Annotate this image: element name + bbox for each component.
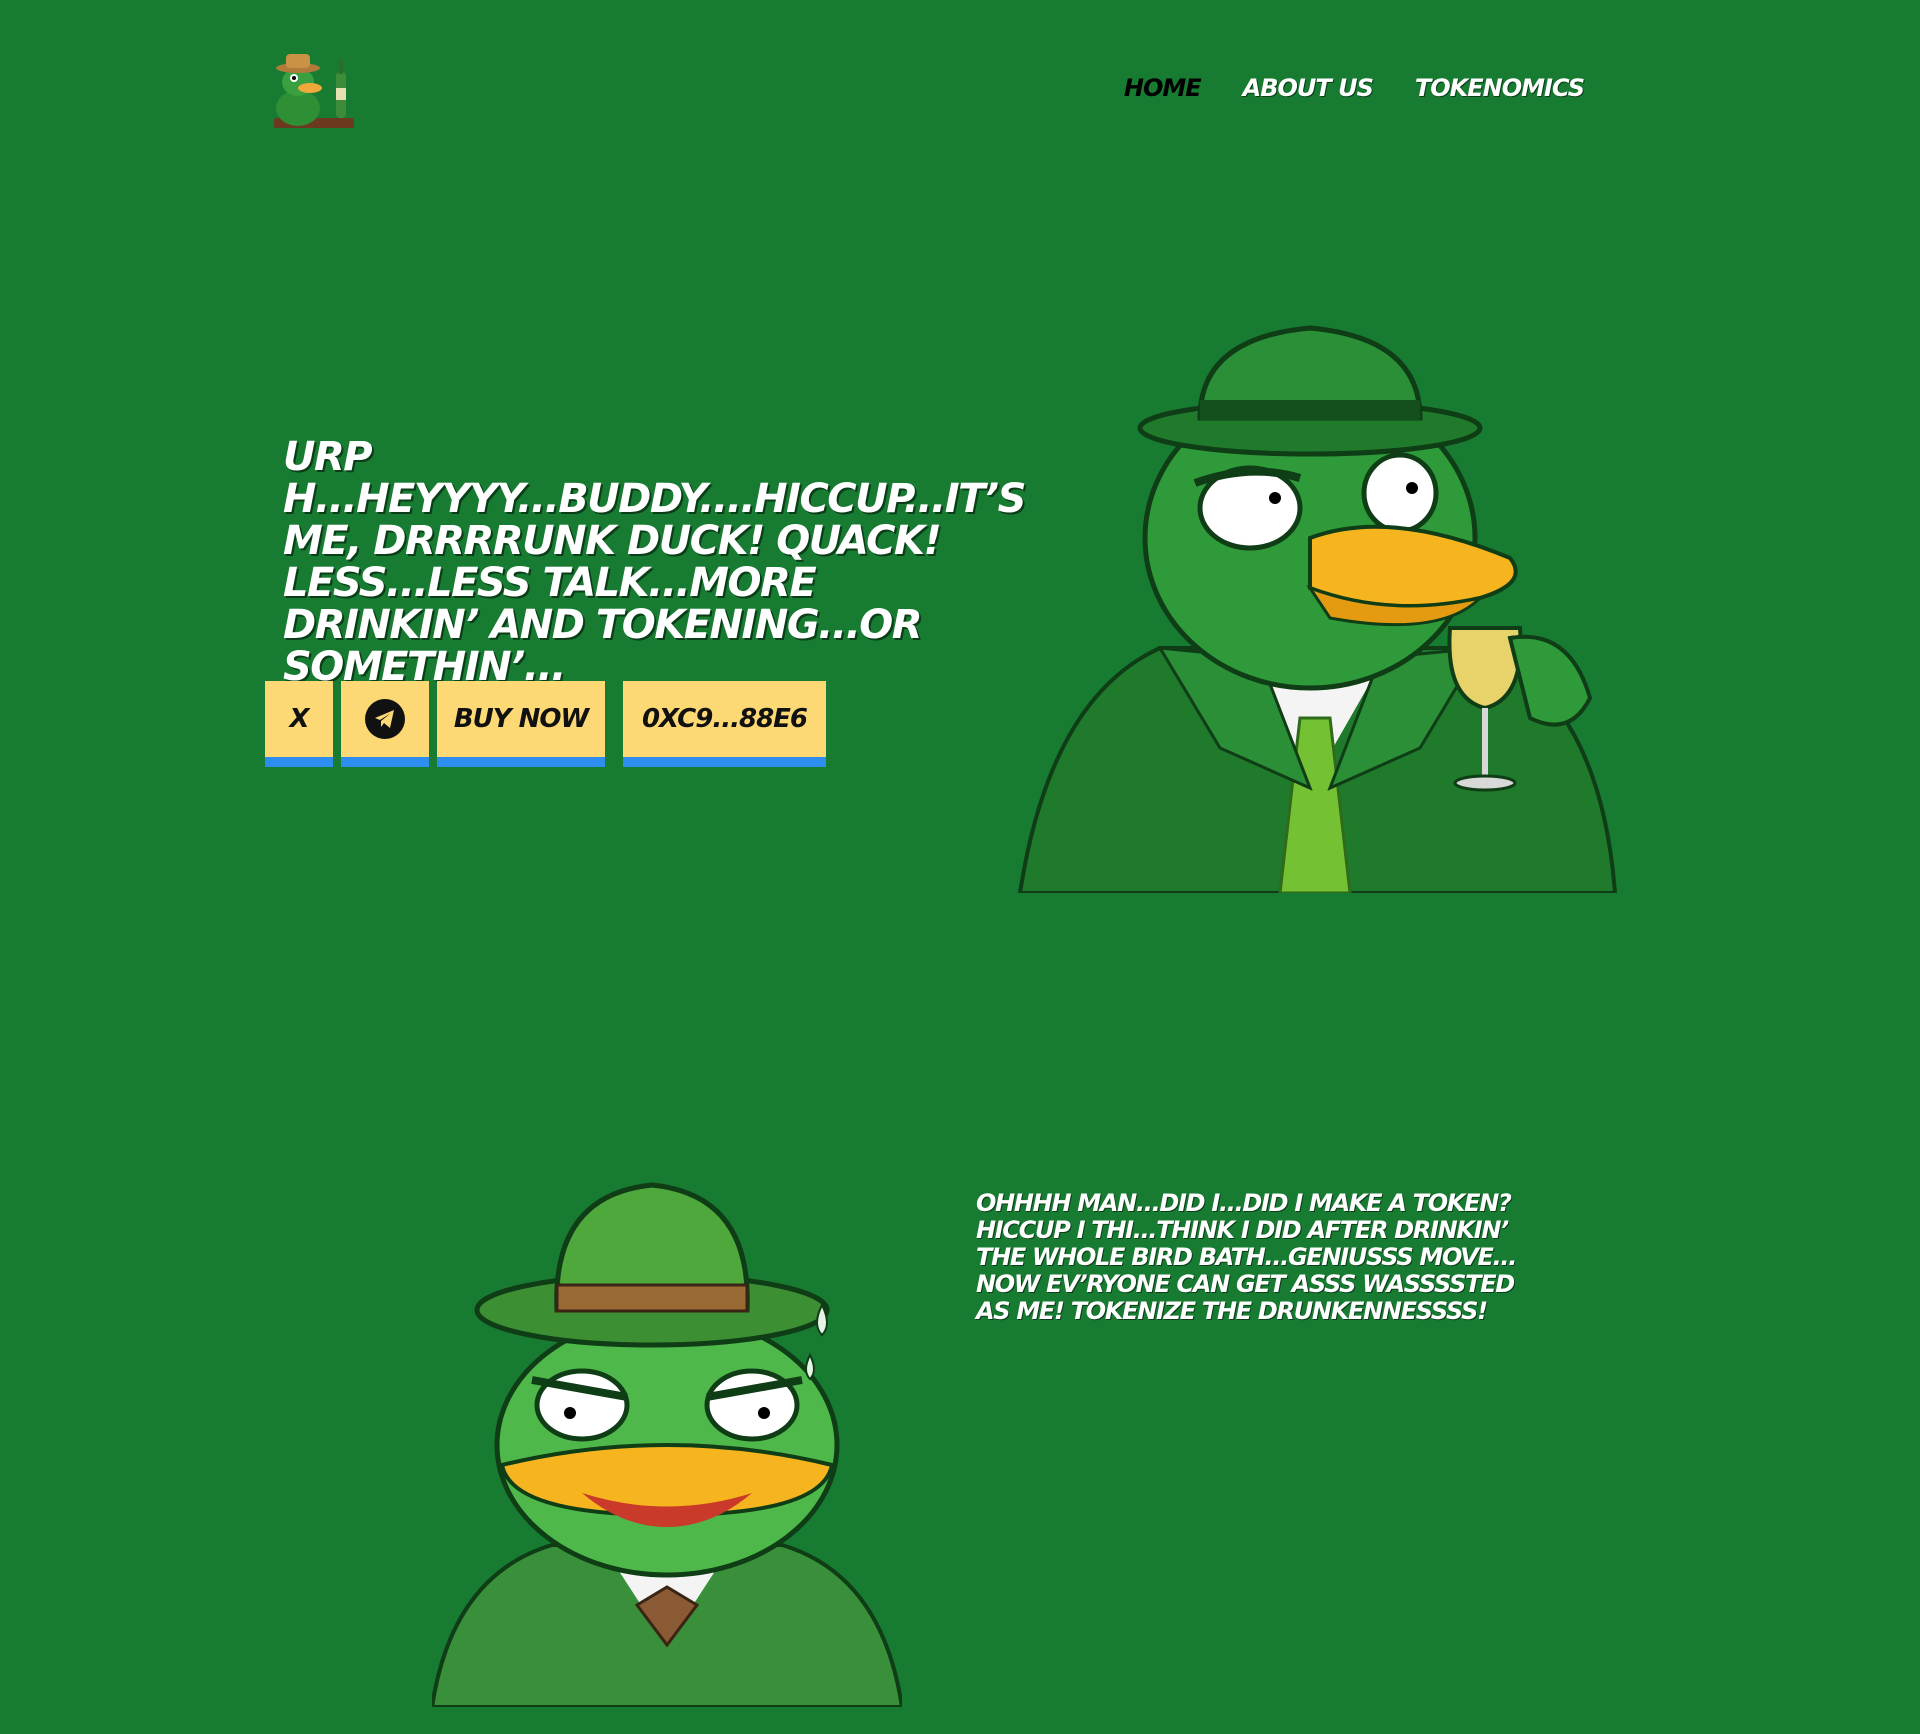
frog-duck-in-hat-illustration-icon	[429, 1182, 905, 1709]
duck-with-champagne-illustration-icon	[1017, 325, 1618, 895]
hero-title: URP H...HEYYYY...BUDDY....HICCUP...IT’S …	[283, 434, 1026, 690]
duck-champagne-image	[1010, 318, 1622, 895]
contract-address-button[interactable]: 0XC9...88E6	[623, 681, 826, 767]
telegram-icon	[365, 699, 405, 739]
nav-about-us[interactable]: ABOUT US	[1243, 74, 1374, 102]
buy-now-button[interactable]: BUY NOW	[437, 681, 605, 767]
nav-tokenomics[interactable]: TOKENOMICS	[1415, 74, 1585, 102]
logo[interactable]	[264, 48, 360, 134]
frog-duck-image	[429, 1175, 905, 1709]
drunk-duck-logo-icon	[274, 54, 354, 128]
main-nav: HOME ABOUT US TOKENOMICS	[1124, 74, 1585, 102]
x-button[interactable]: X	[265, 681, 333, 767]
about-text: OHHHH MAN...DID I...DID I MAKE A TOKEN? …	[976, 1189, 1517, 1325]
hero-buttons: X BUY NOW 0XC9...88E6	[265, 681, 826, 767]
telegram-button[interactable]	[341, 681, 429, 767]
nav-home[interactable]: HOME	[1124, 74, 1202, 102]
